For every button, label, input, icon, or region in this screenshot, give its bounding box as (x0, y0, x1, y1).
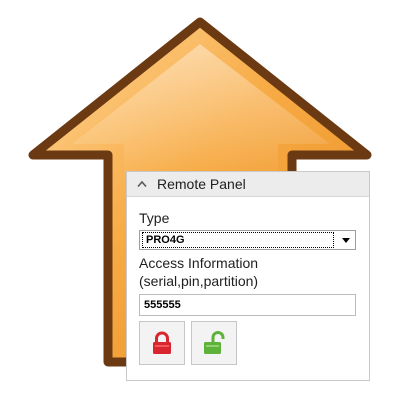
unlock-button[interactable] (191, 321, 237, 365)
dropdown-arrow-icon[interactable] (337, 231, 355, 249)
access-info-input[interactable]: 555555 (139, 294, 356, 316)
access-info-label-line2: (serial,pin,partition) (139, 273, 259, 289)
lock-button[interactable] (139, 321, 185, 365)
panel-body: Type PRO4G Access Information (serial,pi… (127, 197, 369, 365)
access-info-label-line1: Access Information (139, 255, 259, 271)
remote-panel: Remote Panel Type PRO4G Access Informati… (126, 171, 370, 381)
lock-icon (153, 331, 171, 354)
panel-header[interactable]: Remote Panel (127, 172, 369, 197)
lock-button-row (139, 321, 357, 365)
unlock-icon (204, 331, 225, 354)
type-select-value: PRO4G (142, 232, 334, 248)
stage: Remote Panel Type PRO4G Access Informati… (0, 0, 400, 400)
type-label: Type (139, 210, 170, 226)
type-select[interactable]: PRO4G (139, 230, 356, 250)
access-info-label: Access Information (serial,pin,partition… (139, 254, 357, 290)
chevron-up-icon[interactable] (135, 177, 149, 191)
panel-title: Remote Panel (157, 176, 246, 192)
